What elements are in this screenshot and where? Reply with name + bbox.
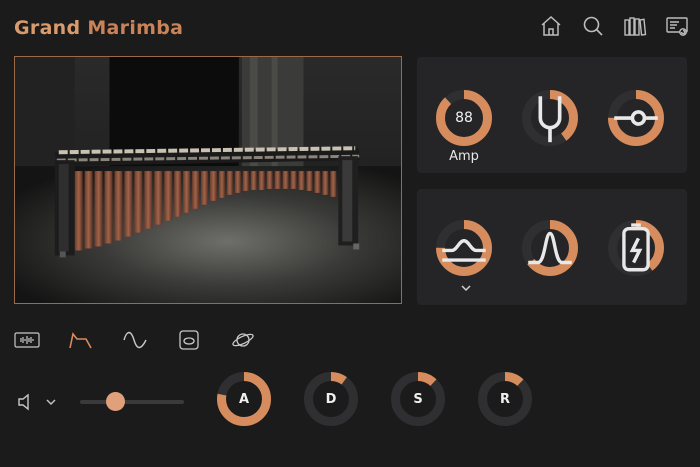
search-icon[interactable] [580, 13, 606, 39]
filter-knob[interactable] [435, 219, 493, 277]
tuning-fork-icon [521, 89, 579, 147]
settings-icon[interactable] [664, 13, 690, 39]
title-word-grand: Grand [14, 17, 81, 39]
top-toolbar [538, 13, 690, 39]
pan-slider-icon [607, 89, 665, 147]
resonance-knob[interactable] [521, 219, 579, 277]
mode-bar [10, 326, 260, 354]
amp-knob[interactable]: 88 [435, 89, 493, 147]
library-icon[interactable] [622, 13, 648, 39]
volume-slider-thumb[interactable] [105, 392, 125, 411]
battery-bolt-icon [607, 219, 665, 277]
amp-value: 88 [455, 110, 473, 126]
speaker-icon[interactable] [16, 392, 36, 412]
volume-slider[interactable] [80, 392, 184, 411]
volume-dropdown-chevron-icon[interactable] [45, 397, 57, 407]
pan-knob[interactable] [607, 89, 665, 147]
tune-knob[interactable] [521, 89, 579, 147]
attack-knob[interactable]: A [216, 371, 272, 427]
sustain-knob[interactable]: S [390, 371, 446, 427]
title-word-marimba: Marimba [87, 17, 184, 39]
lfo-sine-icon[interactable] [118, 326, 152, 354]
instrument-title: Grand Marimba [14, 17, 183, 39]
filter-panel [417, 189, 687, 305]
filter-dropdown-chevron-icon[interactable] [460, 283, 472, 293]
release-knob[interactable]: R [477, 371, 533, 427]
lowpass-filter-icon [435, 219, 493, 277]
waveform-icon[interactable] [10, 326, 44, 354]
planet-icon[interactable] [226, 326, 260, 354]
drive-knob[interactable] [607, 219, 665, 277]
instrument-image [14, 56, 402, 304]
envelope-icon[interactable] [64, 326, 98, 354]
decay-label: D [325, 391, 337, 407]
home-icon[interactable] [538, 13, 564, 39]
sustain-label: S [413, 391, 423, 407]
effects-icon[interactable] [172, 326, 206, 354]
decay-knob[interactable]: D [303, 371, 359, 427]
amp-label: Amp [449, 149, 479, 164]
release-label: R [499, 391, 510, 407]
attack-label: A [238, 391, 250, 407]
bandpass-peak-icon [521, 219, 579, 277]
amp-panel: 88 Amp [417, 57, 687, 173]
